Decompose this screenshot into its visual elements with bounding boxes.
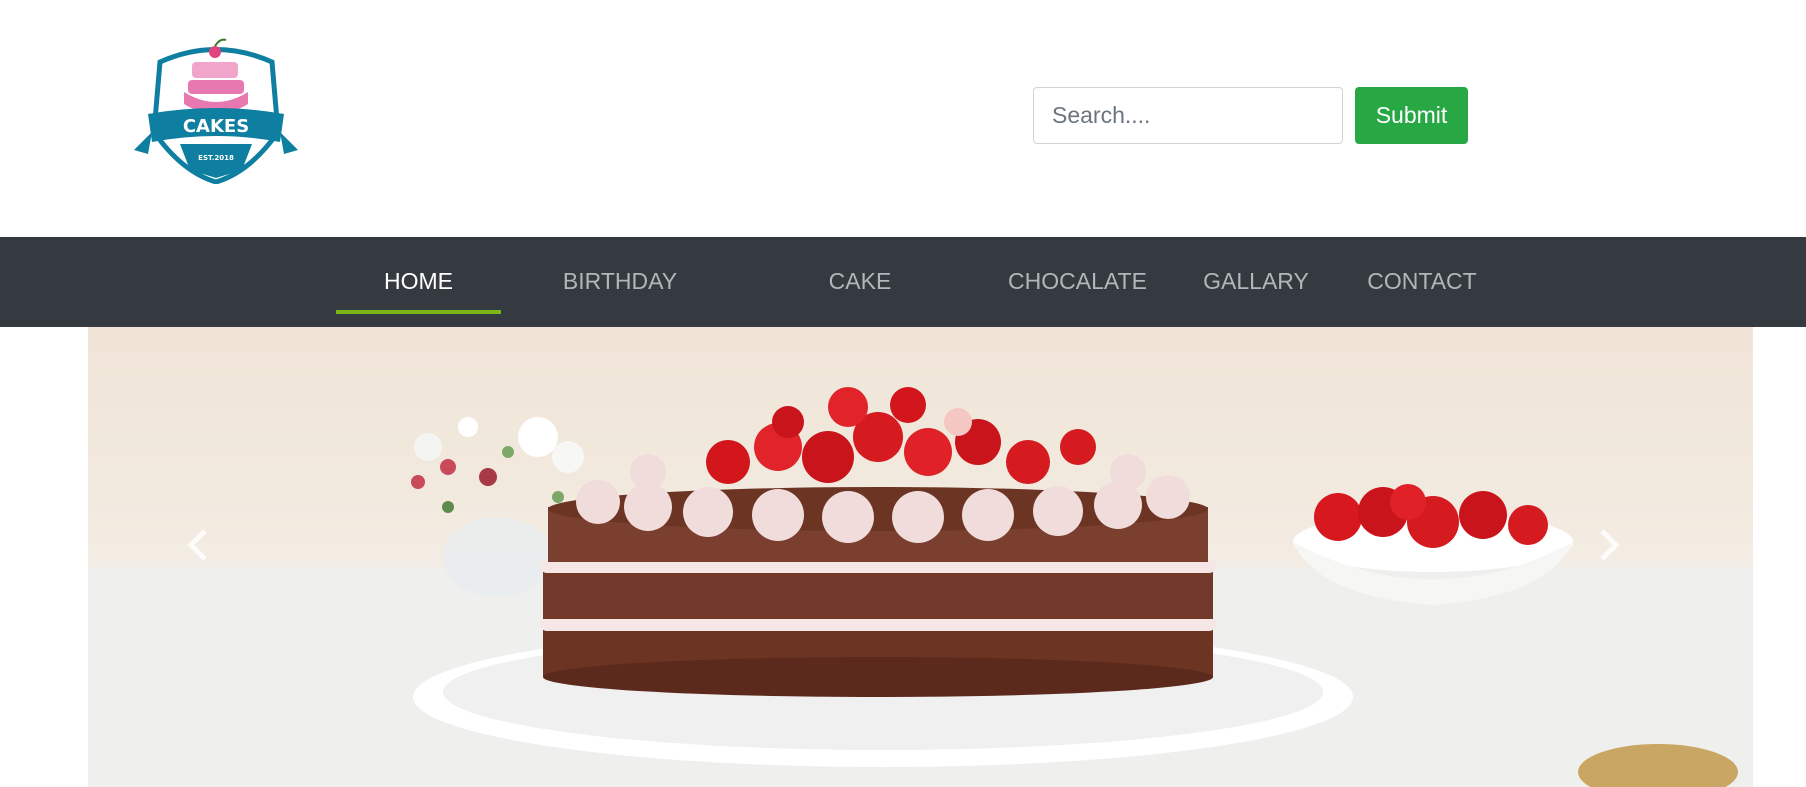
carousel-prev-button[interactable] — [183, 527, 243, 587]
chevron-left-icon — [187, 529, 207, 561]
hero-carousel — [88, 327, 1753, 787]
nav-item-cake[interactable]: CAKE — [790, 237, 930, 327]
nav-item-birthday[interactable]: BIRTHDAY — [540, 237, 700, 327]
submit-button[interactable]: Submit — [1355, 87, 1468, 144]
chevron-right-icon — [1600, 529, 1620, 561]
cakes-logo[interactable]: CAKES EST.2018 — [130, 32, 302, 185]
nav-item-gallary[interactable]: GALLARY — [1196, 237, 1316, 327]
cake-badge-icon: CAKES EST.2018 — [134, 38, 298, 185]
carousel-next-button[interactable] — [1596, 527, 1656, 587]
logo-est: EST.2018 — [198, 154, 234, 162]
active-nav-underline — [336, 310, 501, 314]
nav-item-chocalate[interactable]: CHOCALATE — [1000, 237, 1155, 327]
site-header: CAKES EST.2018 Submit — [0, 0, 1806, 237]
nav-item-contact[interactable]: CONTACT — [1362, 237, 1482, 327]
search-form: Submit — [1033, 87, 1468, 144]
strawberry-cake-image — [88, 387, 1753, 787]
search-input[interactable] — [1033, 87, 1343, 144]
main-navbar: HOME BIRTHDAY CAKE CHOCALATE GALLARY CON… — [0, 237, 1806, 327]
logo-text: CAKES — [183, 116, 249, 137]
